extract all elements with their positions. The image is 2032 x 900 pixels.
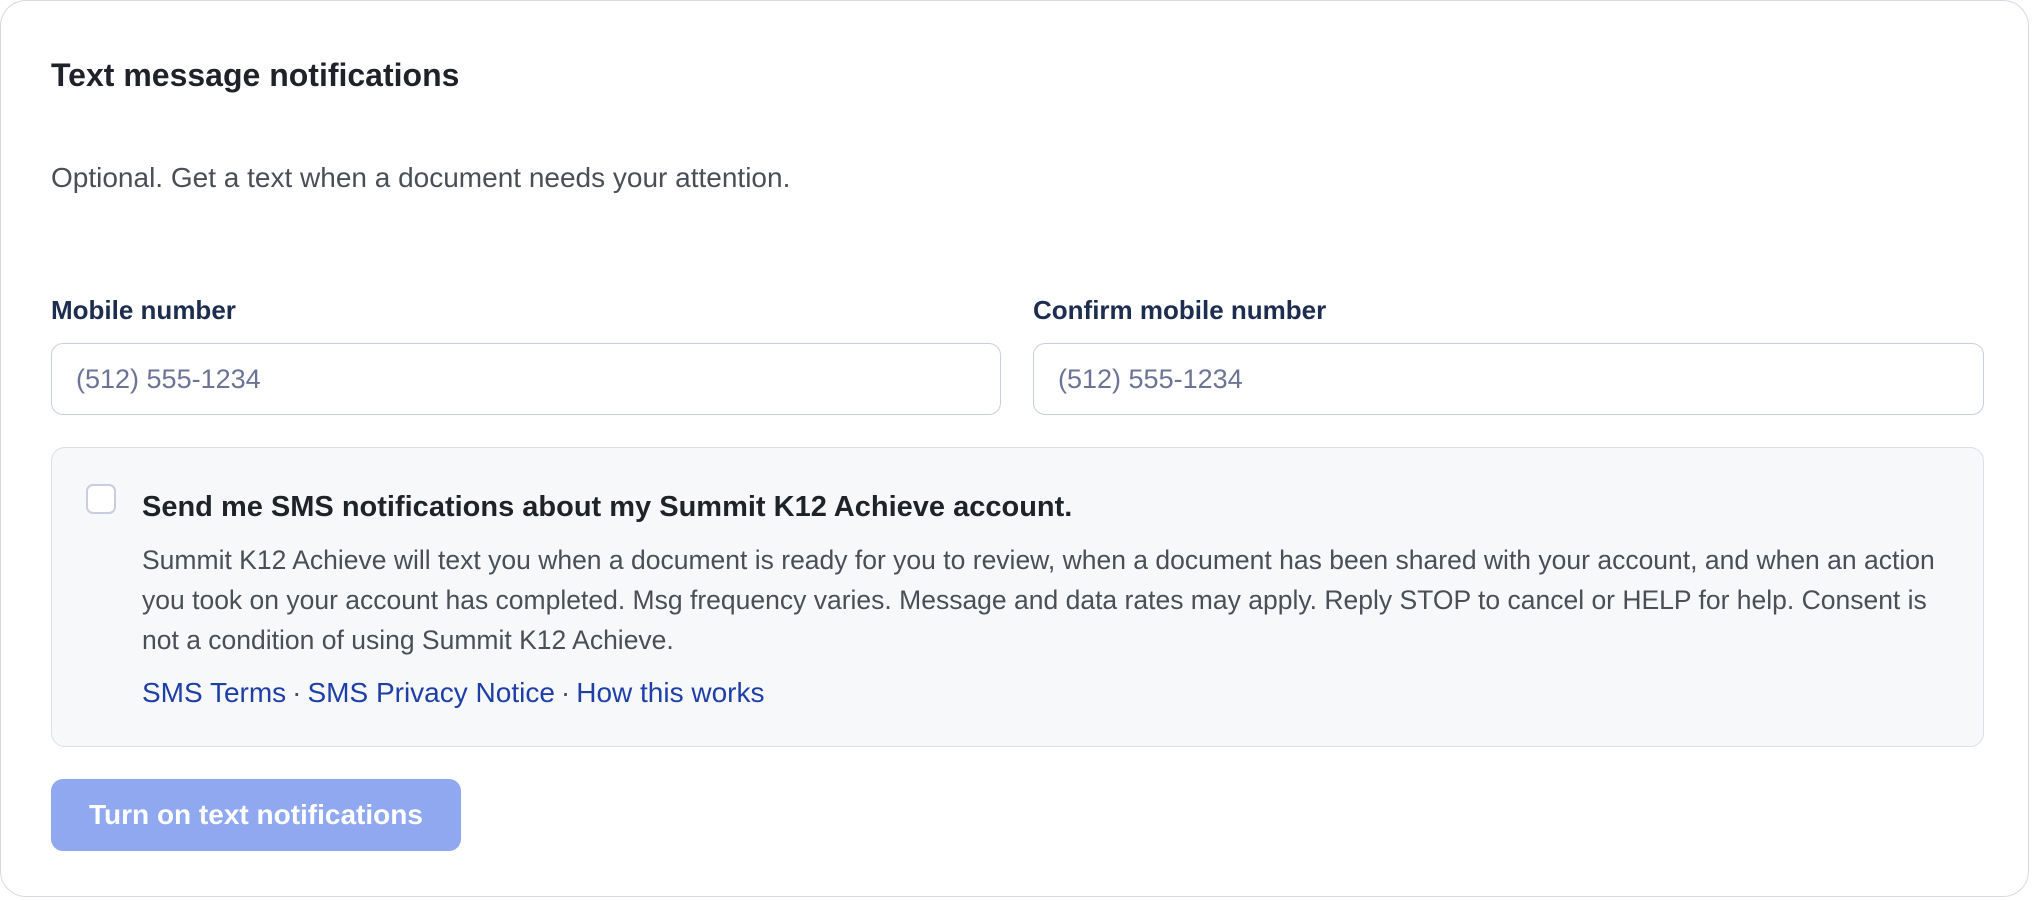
sms-notifications-card: Text message notifications Optional. Get…: [0, 0, 2029, 897]
sms-consent-heading: Send me SMS notifications about my Summi…: [142, 491, 1073, 523]
sms-consent-links: SMS Terms · SMS Privacy Notice · How this wo…: [142, 674, 765, 712]
sms-terms-link[interactable]: SMS Terms: [142, 677, 286, 708]
sms-consent-checkbox[interactable]: [86, 484, 116, 514]
turn-on-text-notifications-button[interactable]: Turn on text notifications: [51, 779, 461, 851]
how-this-works-link[interactable]: How this works: [576, 677, 764, 708]
sms-consent-description: Summit K12 Achieve will text you when a …: [142, 545, 1935, 655]
confirm-mobile-number-label: Confirm mobile number: [1033, 295, 1327, 325]
section-subtitle: Optional. Get a text when a document nee…: [51, 162, 791, 193]
link-separator: ·: [560, 677, 571, 708]
section-title: Text message notifications: [51, 57, 460, 93]
link-separator: ·: [292, 677, 302, 708]
sms-consent-panel: Send me SMS notifications about my Summi…: [51, 447, 1984, 747]
mobile-number-label: Mobile number: [51, 295, 236, 325]
sms-privacy-notice-link[interactable]: SMS Privacy Notice: [308, 677, 555, 708]
confirm-mobile-number-input[interactable]: [1033, 343, 1984, 415]
mobile-number-input[interactable]: [51, 343, 1001, 415]
